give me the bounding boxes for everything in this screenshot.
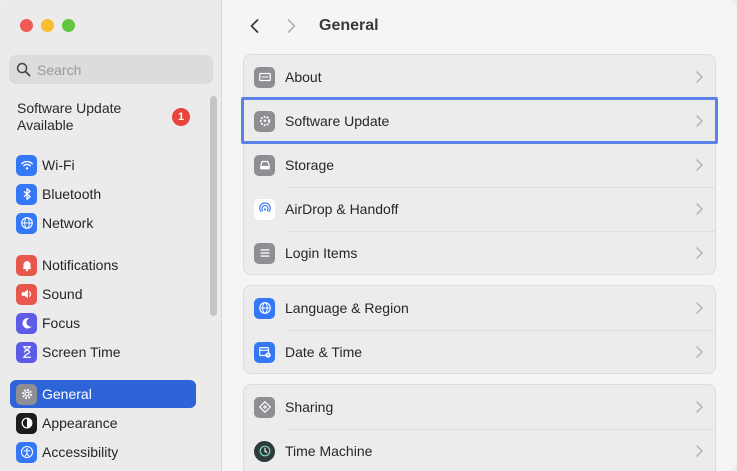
bluetooth-icon — [16, 183, 37, 205]
row-software-update[interactable]: Software Update — [244, 99, 715, 143]
appearance-icon — [16, 412, 37, 434]
time-machine-icon — [254, 440, 275, 462]
search-field[interactable] — [9, 55, 213, 84]
settings-group-system: About Software Update Storage AirDrop & … — [243, 54, 716, 275]
sidebar-item-general[interactable]: General — [10, 380, 196, 408]
toolbar: General — [223, 0, 737, 52]
chevron-right-icon — [696, 159, 703, 171]
chevron-right-icon — [696, 247, 703, 259]
hourglass-icon — [16, 341, 37, 363]
sidebar-item-notifications[interactable]: Notifications — [10, 251, 196, 279]
airdrop-icon — [254, 198, 275, 220]
laptop-icon — [254, 66, 275, 88]
settings-group-sharing: Sharing Time Machine — [243, 384, 716, 471]
gear-icon — [16, 383, 37, 405]
search-input[interactable] — [37, 61, 197, 78]
sidebar-item-label: Network — [42, 215, 94, 231]
sidebar-item-network[interactable]: Network — [10, 209, 196, 237]
row-label: Login Items — [285, 245, 358, 261]
sharing-icon — [254, 396, 275, 418]
sidebar-item-appearance[interactable]: Appearance — [10, 409, 196, 437]
sidebar-item-label: Screen Time — [42, 344, 121, 360]
accessibility-icon — [16, 441, 37, 463]
chevron-left-icon — [250, 19, 258, 33]
chevron-right-icon — [696, 115, 703, 127]
sidebar-item-focus[interactable]: Focus — [10, 309, 196, 337]
sidebar-item-wifi[interactable]: Wi-Fi — [10, 151, 196, 179]
globe-icon — [254, 297, 275, 319]
page-title: General — [319, 17, 379, 34]
sidebar-item-label: Notifications — [42, 257, 119, 273]
back-button[interactable] — [243, 14, 265, 38]
gear-update-icon — [254, 110, 275, 132]
row-sharing[interactable]: Sharing — [244, 385, 715, 429]
row-storage[interactable]: Storage — [244, 143, 715, 187]
sidebar-item-label: Focus — [42, 315, 81, 331]
row-label: AirDrop & Handoff — [285, 201, 399, 217]
sidebar-item-label: Wi-Fi — [42, 157, 75, 173]
sidebar: Software Update Available 1 Wi-Fi Blueto… — [0, 0, 222, 471]
window-controls — [20, 19, 75, 32]
row-label: Time Machine — [285, 443, 373, 459]
forward-button[interactable] — [280, 14, 302, 38]
row-label: Software Update — [285, 113, 390, 129]
row-time-machine[interactable]: Time Machine — [244, 429, 715, 471]
row-label: Sharing — [285, 399, 334, 415]
minimize-window-button[interactable] — [41, 19, 54, 32]
sidebar-item-bluetooth[interactable]: Bluetooth — [10, 180, 196, 208]
sidebar-item-label: Sound — [42, 286, 83, 302]
moon-icon — [16, 312, 37, 334]
wifi-icon — [16, 154, 37, 176]
sidebar-item-screen-time[interactable]: Screen Time — [10, 338, 196, 366]
row-label: Storage — [285, 157, 335, 173]
speaker-icon — [16, 283, 37, 305]
sidebar-item-accessibility[interactable]: Accessibility — [10, 438, 196, 466]
sidebar-item-label: Bluetooth — [42, 186, 102, 202]
chevron-right-icon — [287, 19, 295, 33]
globe-icon — [16, 212, 37, 234]
sidebar-item-label: Appearance — [42, 415, 118, 431]
zoom-window-button[interactable] — [62, 19, 75, 32]
row-label: Language & Region — [285, 300, 409, 316]
software-update-available[interactable]: Software Update Available 1 — [17, 100, 197, 134]
list-icon — [254, 242, 275, 264]
sidebar-item-label: Accessibility — [42, 444, 119, 460]
software-update-available-label: Software Update Available — [17, 100, 122, 133]
close-window-button[interactable] — [20, 19, 33, 32]
chevron-right-icon — [696, 302, 703, 314]
row-language-region[interactable]: Language & Region — [244, 286, 715, 330]
settings-window: Software Update Available 1 Wi-Fi Blueto… — [0, 0, 737, 471]
row-airdrop-handoff[interactable]: AirDrop & Handoff — [244, 187, 715, 231]
chevron-right-icon — [696, 346, 703, 358]
chevron-right-icon — [696, 401, 703, 413]
bell-icon — [16, 254, 37, 276]
chevron-right-icon — [696, 71, 703, 83]
settings-group-locale: Language & Region Date & Time — [243, 285, 716, 374]
sidebar-item-sound[interactable]: Sound — [10, 280, 196, 308]
row-label: About — [285, 69, 322, 85]
row-date-time[interactable]: Date & Time — [244, 330, 715, 374]
row-about[interactable]: About — [244, 55, 715, 99]
chevron-right-icon — [696, 203, 703, 215]
row-login-items[interactable]: Login Items — [244, 231, 715, 275]
drive-icon — [254, 154, 275, 176]
search-icon — [16, 62, 31, 77]
update-count-badge: 1 — [172, 108, 190, 126]
chevron-right-icon — [696, 445, 703, 457]
row-label: Date & Time — [285, 344, 363, 360]
sidebar-scrollbar[interactable] — [210, 96, 217, 316]
calendar-clock-icon — [254, 341, 275, 363]
sidebar-item-label: General — [42, 386, 92, 402]
